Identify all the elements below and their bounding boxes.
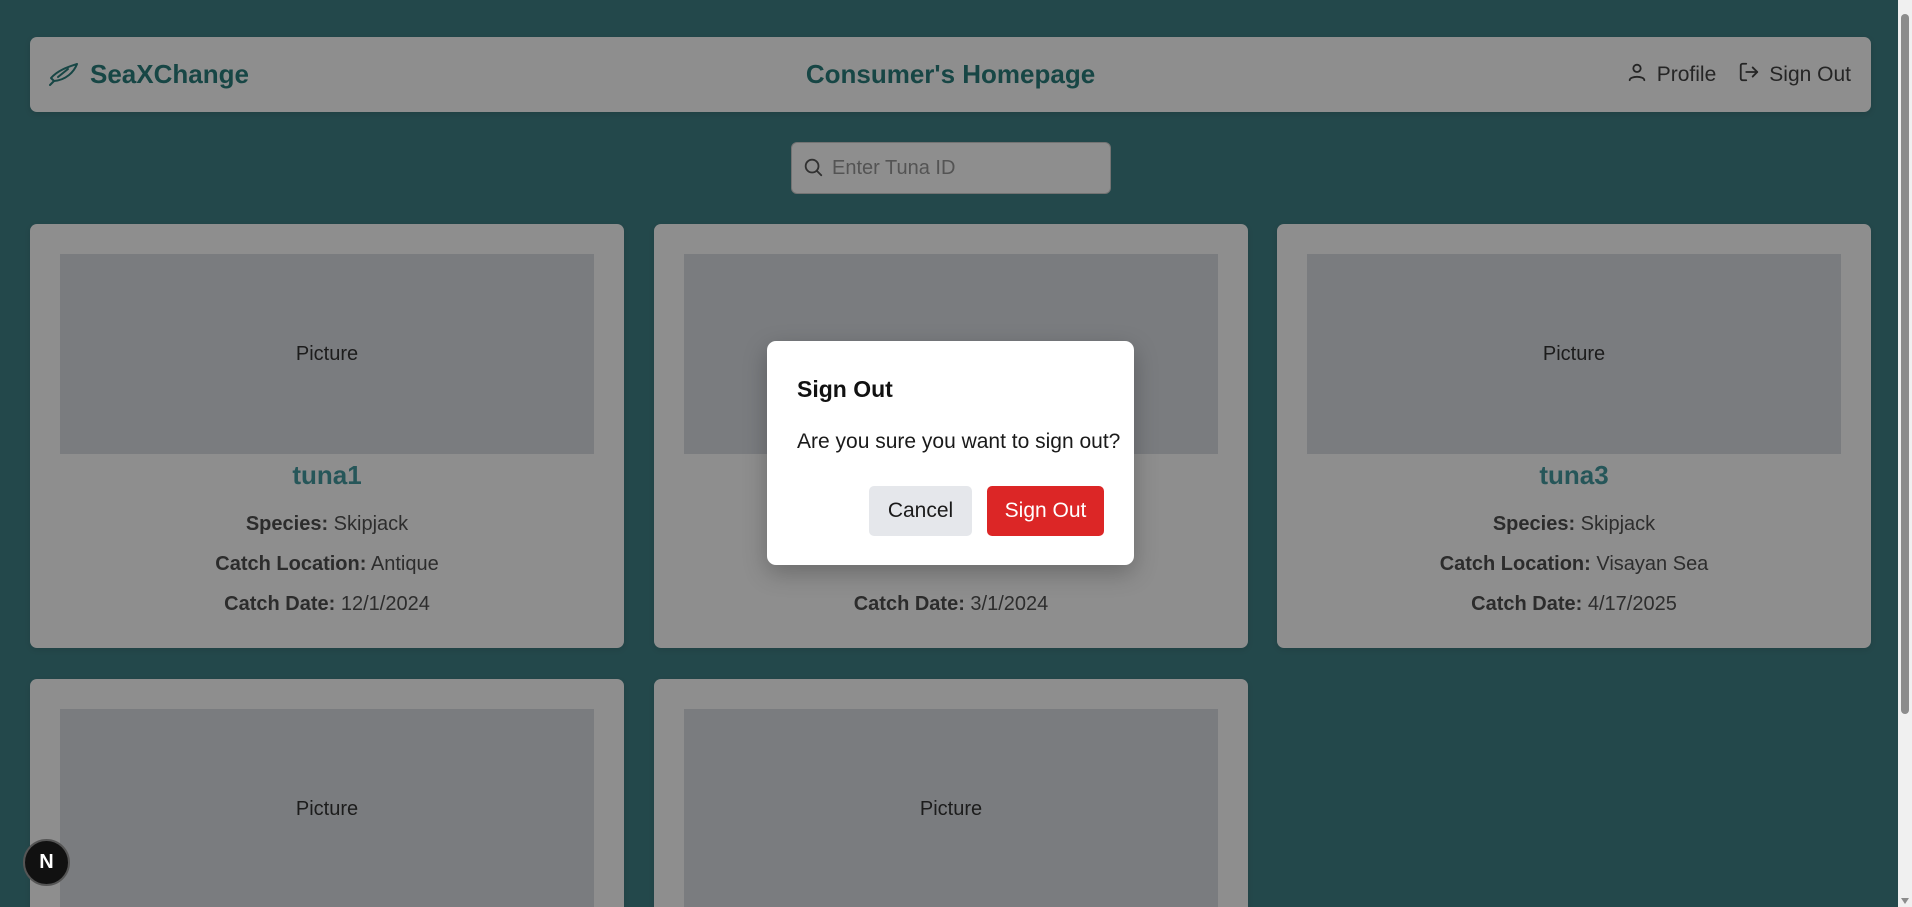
dialog-title: Sign Out [797, 376, 893, 402]
confirm-signout-button[interactable]: Sign Out [987, 486, 1104, 536]
scroll-down-arrow-icon[interactable] [1901, 898, 1909, 904]
dialog-message: Are you sure you want to sign out? [797, 430, 1121, 453]
signout-dialog: Sign Out Are you sure you want to sign o… [767, 341, 1134, 565]
next-dev-badge[interactable]: N [23, 839, 70, 886]
cancel-button[interactable]: Cancel [869, 486, 972, 536]
scrollbar-thumb[interactable] [1901, 14, 1909, 714]
scrollbar[interactable] [1898, 0, 1912, 907]
badge-letter: N [39, 851, 54, 873]
